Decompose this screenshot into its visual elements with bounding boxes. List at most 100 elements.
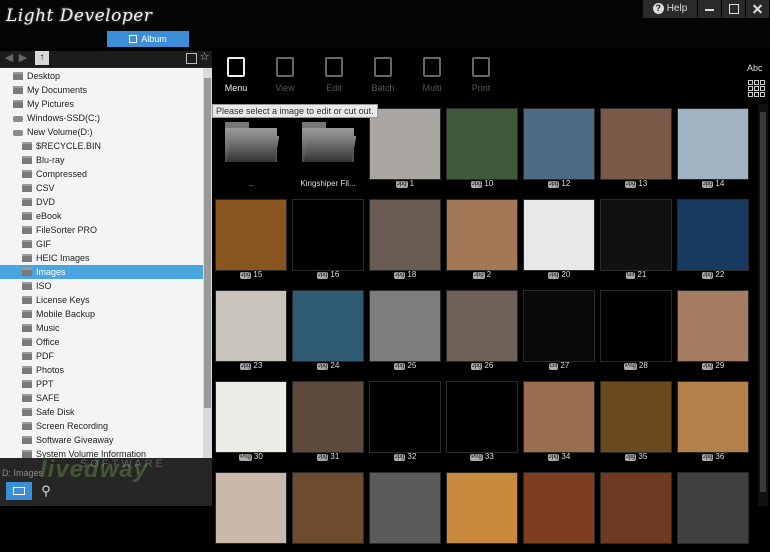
sort-by-name-button[interactable]: Abc <box>747 63 763 73</box>
thumbnail-caption: Jpg 20 <box>523 270 595 280</box>
sidebar-item[interactable]: PDF <box>0 349 203 363</box>
sidebar-item[interactable]: $RECYCLE.BIN <box>0 139 203 153</box>
image-thumbnail[interactable] <box>215 472 287 552</box>
sidebar-item[interactable]: SAFE <box>0 391 203 405</box>
image-thumbnail[interactable]: Jpg 31 <box>292 381 364 461</box>
file-type-badge: Jpg <box>701 181 714 188</box>
sidebar-item[interactable]: New Volume(D:) <box>0 125 203 139</box>
sidebar-item[interactable]: Screen Recording <box>0 419 203 433</box>
sidebar-item[interactable]: DVD <box>0 195 203 209</box>
image-thumbnail[interactable]: Jpg 22 <box>677 199 749 279</box>
favorite-star-icon[interactable]: ☆ <box>199 52 210 64</box>
sidebar-item[interactable]: FileSorter PRO <box>0 223 203 237</box>
image-thumbnail[interactable]: Jpg 1 <box>369 108 441 188</box>
sidebar-item[interactable]: My Pictures <box>0 97 203 111</box>
thumbnail-image <box>369 108 441 180</box>
image-thumbnail[interactable]: Gif 27 <box>523 290 595 370</box>
image-thumbnail[interactable] <box>446 472 518 552</box>
sidebar-item[interactable]: Software Giveaway <box>0 433 203 447</box>
image-thumbnail[interactable]: Jpg 35 <box>600 381 672 461</box>
thumbnail-image <box>523 472 595 544</box>
tab-album[interactable]: Album <box>107 31 189 47</box>
forward-arrow-icon[interactable]: ▶ <box>17 52 29 65</box>
album-grid-icon <box>129 35 138 43</box>
back-arrow-icon[interactable]: ◀ <box>3 52 15 65</box>
sidebar-item[interactable]: Safe Disk <box>0 405 203 419</box>
sidebar-item[interactable]: Windows-SSD(C:) <box>0 111 203 125</box>
thumbnail-image <box>600 290 672 362</box>
image-thumbnail[interactable] <box>369 472 441 552</box>
image-thumbnail[interactable]: Jpg 16 <box>292 199 364 279</box>
tool-print-button[interactable]: Print <box>461 57 501 93</box>
tool-view-button[interactable]: View <box>265 57 305 93</box>
up-folder-button[interactable]: ↑ <box>35 51 49 65</box>
image-thumbnail[interactable]: Jpg 36 <box>677 381 749 461</box>
new-folder-icon[interactable] <box>186 53 197 64</box>
image-thumbnail[interactable]: Jpg 13 <box>600 108 672 188</box>
sidebar-item[interactable]: Music <box>0 321 203 335</box>
folder-view-button[interactable] <box>6 482 32 500</box>
image-thumbnail[interactable]: Jpg 20 <box>523 199 595 279</box>
tool-menu-button[interactable]: Menu <box>216 57 256 93</box>
sidebar-item[interactable]: Photos <box>0 363 203 377</box>
image-thumbnail[interactable]: Jpg 26 <box>446 290 518 370</box>
sidebar-bottom-buttons: ⚲ <box>6 482 56 500</box>
folder-icon <box>22 352 32 360</box>
search-icon[interactable]: ⚲ <box>36 482 56 500</box>
image-thumbnail[interactable]: Jpg 15 <box>215 199 287 279</box>
folder-thumbnail[interactable]: .. <box>215 108 287 188</box>
image-thumbnail[interactable]: Jpg 24 <box>292 290 364 370</box>
sidebar-item[interactable]: Blu-ray <box>0 153 203 167</box>
tool-multi-button[interactable]: Multi <box>412 57 452 93</box>
image-thumbnail[interactable]: Jpg 18 <box>369 199 441 279</box>
image-thumbnail[interactable]: Png 30 <box>215 381 287 461</box>
sidebar-scroll-thumb[interactable] <box>204 78 211 408</box>
image-thumbnail[interactable]: Jpg 29 <box>677 290 749 370</box>
file-type-badge: Png <box>624 363 637 370</box>
image-thumbnail[interactable]: Jpg 32 <box>369 381 441 461</box>
image-thumbnail[interactable] <box>523 472 595 552</box>
image-thumbnail[interactable] <box>677 472 749 552</box>
image-thumbnail[interactable]: Png 33 <box>446 381 518 461</box>
image-thumbnail[interactable]: Jpg 10 <box>446 108 518 188</box>
sidebar-item[interactable]: HEIC Images <box>0 251 203 265</box>
help-button[interactable]: ? Help <box>643 0 698 18</box>
tool-edit-button[interactable]: Edit <box>314 57 354 93</box>
file-type-badge: Jpg <box>395 181 408 188</box>
image-thumbnail[interactable]: Jpg 23 <box>215 290 287 370</box>
image-thumbnail[interactable]: Png 28 <box>600 290 672 370</box>
image-thumbnail[interactable] <box>292 472 364 552</box>
image-thumbnail[interactable]: Jpg 14 <box>677 108 749 188</box>
image-thumbnail[interactable]: Jpg 2 <box>446 199 518 279</box>
sidebar-item[interactable]: Desktop <box>0 69 203 83</box>
sidebar-item[interactable]: GIF <box>0 237 203 251</box>
folder-thumbnail[interactable]: Kingshiper Fil... <box>292 108 364 188</box>
image-thumbnail[interactable]: Gif 21 <box>600 199 672 279</box>
image-thumbnail[interactable]: Jpg 34 <box>523 381 595 461</box>
sidebar-item[interactable]: PPT <box>0 377 203 391</box>
sidebar-scrollbar[interactable] <box>203 68 212 458</box>
sidebar-item[interactable]: My Documents <box>0 83 203 97</box>
sidebar-item[interactable]: Compressed <box>0 167 203 181</box>
sidebar-item[interactable]: ISO <box>0 279 203 293</box>
minimize-button[interactable] <box>698 0 722 18</box>
sidebar-item[interactable]: Office <box>0 335 203 349</box>
thumbnail-name: 10 <box>484 179 494 188</box>
thumbnail-caption: Jpg 31 <box>292 452 364 462</box>
sidebar-item[interactable]: Images <box>0 265 203 279</box>
sidebar-item[interactable]: CSV <box>0 181 203 195</box>
maximize-button[interactable] <box>722 0 746 18</box>
image-thumbnail[interactable] <box>600 472 672 552</box>
thumbnail-image <box>369 199 441 271</box>
tool-label: View <box>275 83 295 93</box>
sidebar-item[interactable]: License Keys <box>0 293 203 307</box>
main-scrollbar[interactable] <box>758 104 768 506</box>
grid-view-icon[interactable] <box>748 80 765 97</box>
image-thumbnail[interactable]: Jpg 12 <box>523 108 595 188</box>
sidebar-item[interactable]: Mobile Backup <box>0 307 203 321</box>
tool-batch-button[interactable]: Batch <box>363 57 403 93</box>
sidebar-item[interactable]: eBook <box>0 209 203 223</box>
image-thumbnail[interactable]: Jpg 25 <box>369 290 441 370</box>
main-scroll-thumb[interactable] <box>760 112 766 492</box>
close-button[interactable] <box>746 0 770 18</box>
